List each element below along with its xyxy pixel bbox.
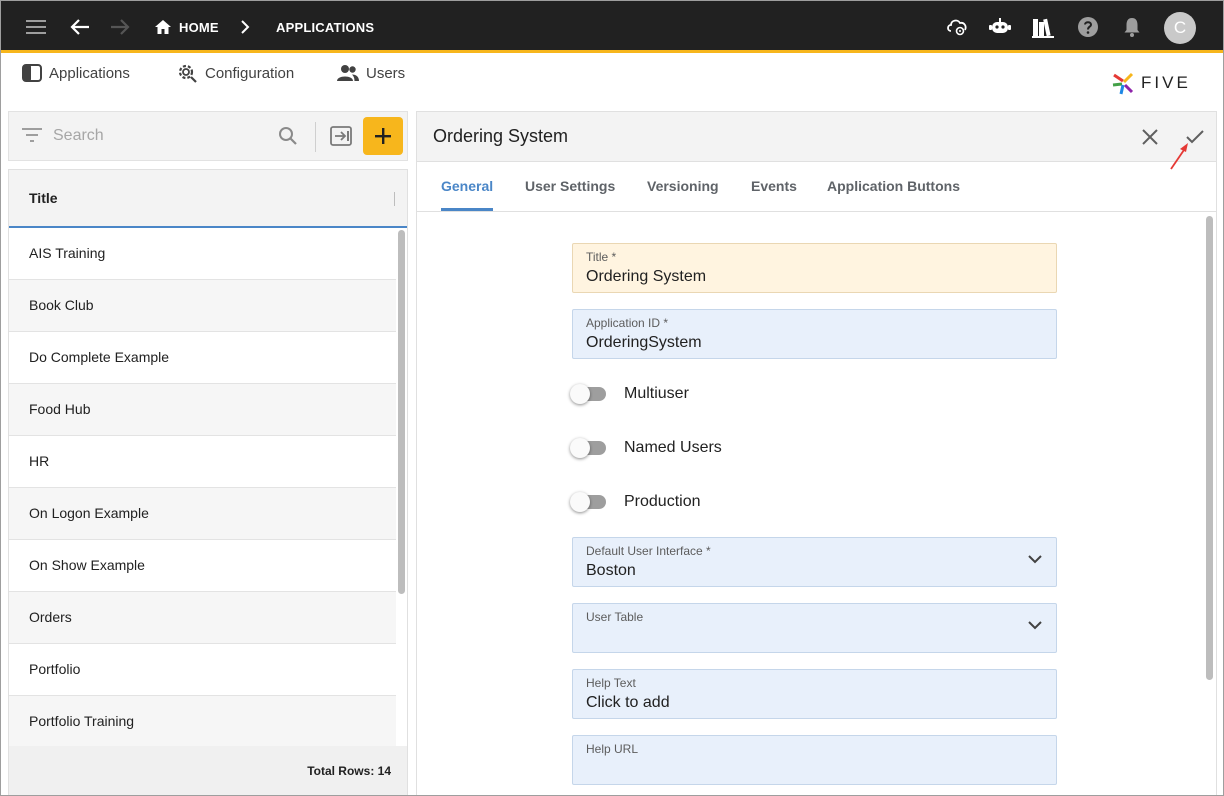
help-url-field[interactable]: Help URL [572,735,1057,785]
title-field-label: Title * [586,250,617,264]
list-item[interactable]: Portfolio Training [9,696,396,748]
subnav-applications[interactable]: Applications [22,61,130,85]
gear-icon [178,64,197,83]
filter-icon[interactable] [22,127,42,148]
form-scrollbar[interactable] [1206,216,1213,680]
list-item[interactable]: Do Complete Example [9,332,396,384]
library-icon[interactable] [1030,1,1056,53]
user-table-label: User Table [586,610,644,624]
tab-user-settings[interactable]: User Settings [525,162,615,211]
users-icon [337,65,359,81]
list-scrollbar[interactable] [398,230,405,594]
multiuser-toggle[interactable]: Multiuser [570,382,689,406]
production-label: Production [624,493,701,510]
back-arrow-icon[interactable] [67,1,93,53]
top-bar: HOME APPLICATIONS C [1,1,1223,53]
multiuser-label: Multiuser [624,385,689,402]
list-toolbar: Search [8,111,408,161]
default-user-interface-value: Boston [586,562,636,579]
list-item[interactable]: HR [9,436,396,488]
list-item[interactable]: Orders [9,592,396,644]
chevron-down-icon[interactable] [1028,620,1042,630]
application-form: Ordering System General User Settings Ve… [416,111,1217,795]
search-icon[interactable] [278,126,298,151]
tab-application-buttons[interactable]: Application Buttons [827,162,960,211]
menu-icon[interactable] [23,1,49,53]
help-text-field[interactable]: Help Text Click to add [572,669,1057,719]
help-text-value[interactable]: Click to add [586,694,670,712]
five-logo-text: FIVE [1141,73,1191,92]
subnav-applications-label: Applications [49,64,130,82]
subnav-configuration[interactable]: Configuration [176,61,294,85]
five-logo: FIVE [1111,69,1191,97]
list-item[interactable]: Food Hub [9,384,396,436]
user-avatar[interactable]: C [1164,12,1196,44]
subnav-users-label: Users [366,64,406,82]
default-user-interface-label: Default User Interface * [586,544,711,558]
applications-icon [22,64,42,82]
tab-general[interactable]: General [441,162,494,211]
search-input[interactable]: Search [53,112,104,160]
close-icon[interactable] [1137,124,1163,150]
subnav-users[interactable]: Users [337,61,405,85]
import-icon[interactable] [329,125,353,152]
form-title: Ordering System [433,126,569,146]
list-item[interactable]: Portfolio [9,644,396,696]
chevron-down-icon[interactable] [1028,554,1042,564]
help-text-label: Help Text [586,676,636,690]
list-item[interactable]: AIS Training [9,228,396,280]
production-toggle[interactable]: Production [570,490,701,514]
notifications-bell-icon[interactable] [1119,1,1145,53]
application-id-field[interactable]: Application ID * OrderingSystem [572,309,1057,359]
production-switch[interactable] [570,492,606,512]
column-header-title[interactable]: Title [29,170,58,226]
application-id-value[interactable]: OrderingSystem [586,334,702,352]
forward-arrow-icon[interactable] [107,1,133,53]
tab-versioning[interactable]: Versioning [647,162,719,211]
title-field[interactable]: Title * Ordering System [572,243,1057,293]
chat-bot-icon[interactable] [987,1,1013,53]
application-id-label: Application ID * [586,316,669,330]
plus-icon [375,128,391,144]
form-body: Title * Ordering System Application ID *… [417,212,1216,795]
list-rows: AIS Training Book Club Do Complete Examp… [9,228,396,748]
list-item[interactable]: On Logon Example [9,488,396,540]
title-field-value[interactable]: Ordering System [586,268,706,286]
help-url-label: Help URL [586,742,639,756]
named-users-toggle[interactable]: Named Users [570,436,722,460]
list-header: Title [9,170,407,228]
five-logo-mark [1112,72,1134,95]
list-footer: Total Rows: 14 [9,746,407,795]
breadcrumb-applications[interactable]: APPLICATIONS [276,1,374,53]
form-tabs: General User Settings Versioning Events … [417,162,1216,212]
toolbar-divider [315,122,316,152]
add-button[interactable] [363,117,403,155]
help-icon[interactable] [1075,1,1101,53]
annotation-arrow-icon [1170,143,1188,170]
multiuser-switch[interactable] [570,384,606,404]
user-table-select[interactable]: User Table [572,603,1057,653]
total-rows-count: Total Rows: 14 [307,764,391,778]
list-item[interactable]: Book Club [9,280,396,332]
breadcrumb-home[interactable]: HOME [179,1,219,53]
chevron-right-icon [237,1,253,53]
app-window: HOME APPLICATIONS C Applications Configu… [0,0,1224,796]
home-icon[interactable] [153,1,173,53]
column-resize-handle[interactable] [394,192,395,206]
tab-events[interactable]: Events [751,162,797,211]
named-users-label: Named Users [624,439,722,456]
cloud-settings-icon[interactable] [944,1,970,53]
default-user-interface-select[interactable]: Default User Interface * Boston [572,537,1057,587]
list-item[interactable]: On Show Example [9,540,396,592]
applications-list: Title AIS Training Book Club Do Complete… [8,169,408,795]
named-users-switch[interactable] [570,438,606,458]
form-header: Ordering System [417,112,1216,162]
subnav-configuration-label: Configuration [205,64,295,82]
